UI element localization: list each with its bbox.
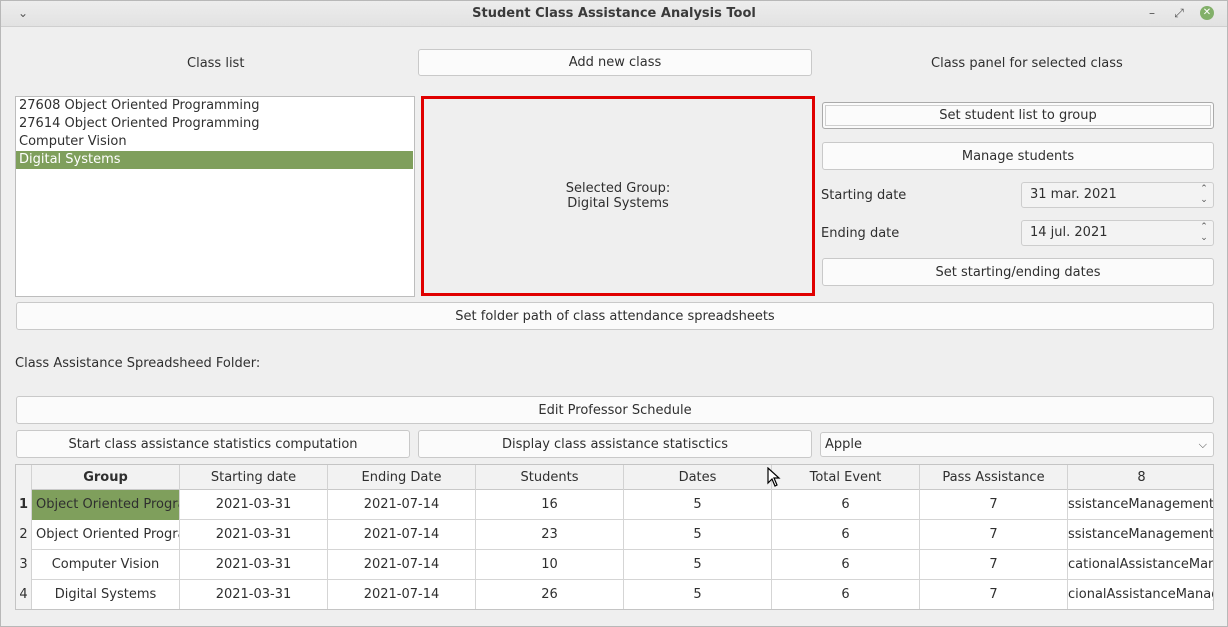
table-cell[interactable]: Object Oriented Programming: [32, 520, 180, 550]
table-cell[interactable]: 7: [920, 490, 1068, 520]
table-cell[interactable]: cionalAssistanceManagem: [1068, 580, 1213, 609]
folder-label: Class Assistance Spreadsheed Folder:: [15, 356, 261, 371]
table-row[interactable]: 1 Object Oriented Programming 2021-03-31…: [16, 490, 1213, 520]
table-row[interactable]: 3 Computer Vision 2021-03-31 2021-07-14 …: [16, 550, 1213, 580]
list-item-selected[interactable]: Digital Systems: [16, 151, 413, 169]
table-cell[interactable]: 2021-07-14: [328, 580, 476, 609]
table-cell[interactable]: Computer Vision: [32, 550, 180, 580]
column-header[interactable]: Total Event: [772, 465, 920, 490]
table-cell[interactable]: 2021-03-31: [180, 580, 328, 609]
ending-date-spinbox[interactable]: 14 jul. 2021 ⌃ ⌄: [1021, 220, 1214, 246]
selected-group-name: Digital Systems: [567, 196, 669, 211]
list-item[interactable]: 27608 Object Oriented Programming: [16, 97, 414, 115]
table-corner[interactable]: [16, 465, 32, 490]
table-cell-selected[interactable]: Object Oriented Programming: [32, 490, 180, 520]
set-student-list-button[interactable]: Set student list to group: [822, 102, 1214, 129]
combo-value: Apple: [825, 437, 863, 452]
table-row[interactable]: 4 Digital Systems 2021-03-31 2021-07-14 …: [16, 580, 1213, 609]
column-header[interactable]: 8: [1068, 465, 1213, 490]
row-number[interactable]: 1: [16, 490, 32, 520]
column-header[interactable]: Pass Assistance: [920, 465, 1068, 490]
row-number[interactable]: 3: [16, 550, 32, 580]
list-item[interactable]: 27614 Object Oriented Programming: [16, 115, 414, 133]
table-cell[interactable]: 16: [476, 490, 624, 520]
list-item[interactable]: Computer Vision: [16, 133, 414, 151]
chevron-down-icon[interactable]: ⌵: [1199, 433, 1207, 456]
column-header[interactable]: Ending Date: [328, 465, 476, 490]
minimize-icon[interactable]: –: [1144, 5, 1160, 21]
table-cell[interactable]: 6: [772, 580, 920, 609]
column-header[interactable]: Students: [476, 465, 624, 490]
class-listbox[interactable]: 27608 Object Oriented Programming 27614 …: [15, 96, 415, 297]
table-cell[interactable]: 2021-03-31: [180, 490, 328, 520]
chevron-down-icon[interactable]: ⌄: [1199, 233, 1209, 244]
selected-group-heading: Selected Group:: [565, 181, 671, 196]
set-dates-button[interactable]: Set starting/ending dates: [822, 258, 1214, 286]
close-icon[interactable]: ✕: [1200, 6, 1214, 20]
manage-students-button[interactable]: Manage students: [822, 142, 1214, 170]
add-new-class-button[interactable]: Add new class: [418, 49, 812, 76]
table-cell[interactable]: Digital Systems: [32, 580, 180, 609]
row-number[interactable]: 2: [16, 520, 32, 550]
display-statistics-button[interactable]: Display class assistance statisctics: [418, 430, 812, 458]
column-header[interactable]: Group: [32, 465, 180, 490]
starting-date-spinbox[interactable]: 31 mar. 2021 ⌃ ⌄: [1021, 182, 1214, 208]
table-cell[interactable]: 5: [624, 520, 772, 550]
table-cell[interactable]: 2021-07-14: [328, 550, 476, 580]
ending-date-value: 14 jul. 2021: [1030, 225, 1108, 240]
table-cell[interactable]: 5: [624, 490, 772, 520]
mouse-cursor-icon: [767, 467, 781, 487]
class-panel-label: Class panel for selected class: [931, 56, 1123, 71]
column-header[interactable]: Starting date: [180, 465, 328, 490]
class-list-label: Class list: [187, 56, 245, 71]
table-cell[interactable]: 2021-03-31: [180, 520, 328, 550]
starting-date-value: 31 mar. 2021: [1030, 187, 1117, 202]
table-row[interactable]: 2 Object Oriented Programming 2021-03-31…: [16, 520, 1213, 550]
table-cell[interactable]: cationalAssistanceManag: [1068, 550, 1213, 580]
main-window: ⌄ Student Class Assistance Analysis Tool…: [0, 0, 1228, 627]
table-cell[interactable]: 26: [476, 580, 624, 609]
edit-schedule-button[interactable]: Edit Professor Schedule: [16, 396, 1214, 424]
table-cell[interactable]: 7: [920, 580, 1068, 609]
chevron-down-icon[interactable]: ⌄: [1199, 195, 1209, 206]
chevron-up-icon[interactable]: ⌃: [1199, 184, 1209, 195]
restore-icon[interactable]: ⤢: [1171, 5, 1187, 21]
statistics-table[interactable]: Group Starting date Ending Date Students…: [15, 464, 1214, 610]
table-cell[interactable]: 7: [920, 520, 1068, 550]
table-cell[interactable]: 2021-07-14: [328, 520, 476, 550]
title-bar: ⌄ Student Class Assistance Analysis Tool…: [1, 1, 1227, 27]
row-number[interactable]: 4: [16, 580, 32, 609]
starting-date-label: Starting date: [821, 188, 907, 203]
chevron-up-icon[interactable]: ⌃: [1199, 222, 1209, 233]
table-header: Group Starting date Ending Date Students…: [16, 465, 1213, 490]
table-cell[interactable]: 7: [920, 550, 1068, 580]
window-title: Student Class Assistance Analysis Tool: [472, 6, 756, 21]
start-computation-button[interactable]: Start class assistance statistics comput…: [16, 430, 410, 458]
table-cell[interactable]: 2021-07-14: [328, 490, 476, 520]
table-cell[interactable]: 6: [772, 550, 920, 580]
ending-date-label: Ending date: [821, 226, 900, 241]
table-cell[interactable]: 6: [772, 520, 920, 550]
table-cell[interactable]: 2021-03-31: [180, 550, 328, 580]
table-cell[interactable]: 10: [476, 550, 624, 580]
set-folder-button[interactable]: Set folder path of class attendance spre…: [16, 302, 1214, 330]
table-cell[interactable]: ssistanceManagement/In: [1068, 490, 1213, 520]
column-header[interactable]: Dates: [624, 465, 772, 490]
selected-group-panel: Selected Group: Digital Systems: [421, 96, 815, 296]
fruit-combobox[interactable]: Apple ⌵: [820, 432, 1214, 457]
table-cell[interactable]: 5: [624, 580, 772, 609]
table-cell[interactable]: 6: [772, 490, 920, 520]
table-cell[interactable]: 5: [624, 550, 772, 580]
table-cell[interactable]: 23: [476, 520, 624, 550]
table-cell[interactable]: ssistanceManagement/In: [1068, 520, 1213, 550]
